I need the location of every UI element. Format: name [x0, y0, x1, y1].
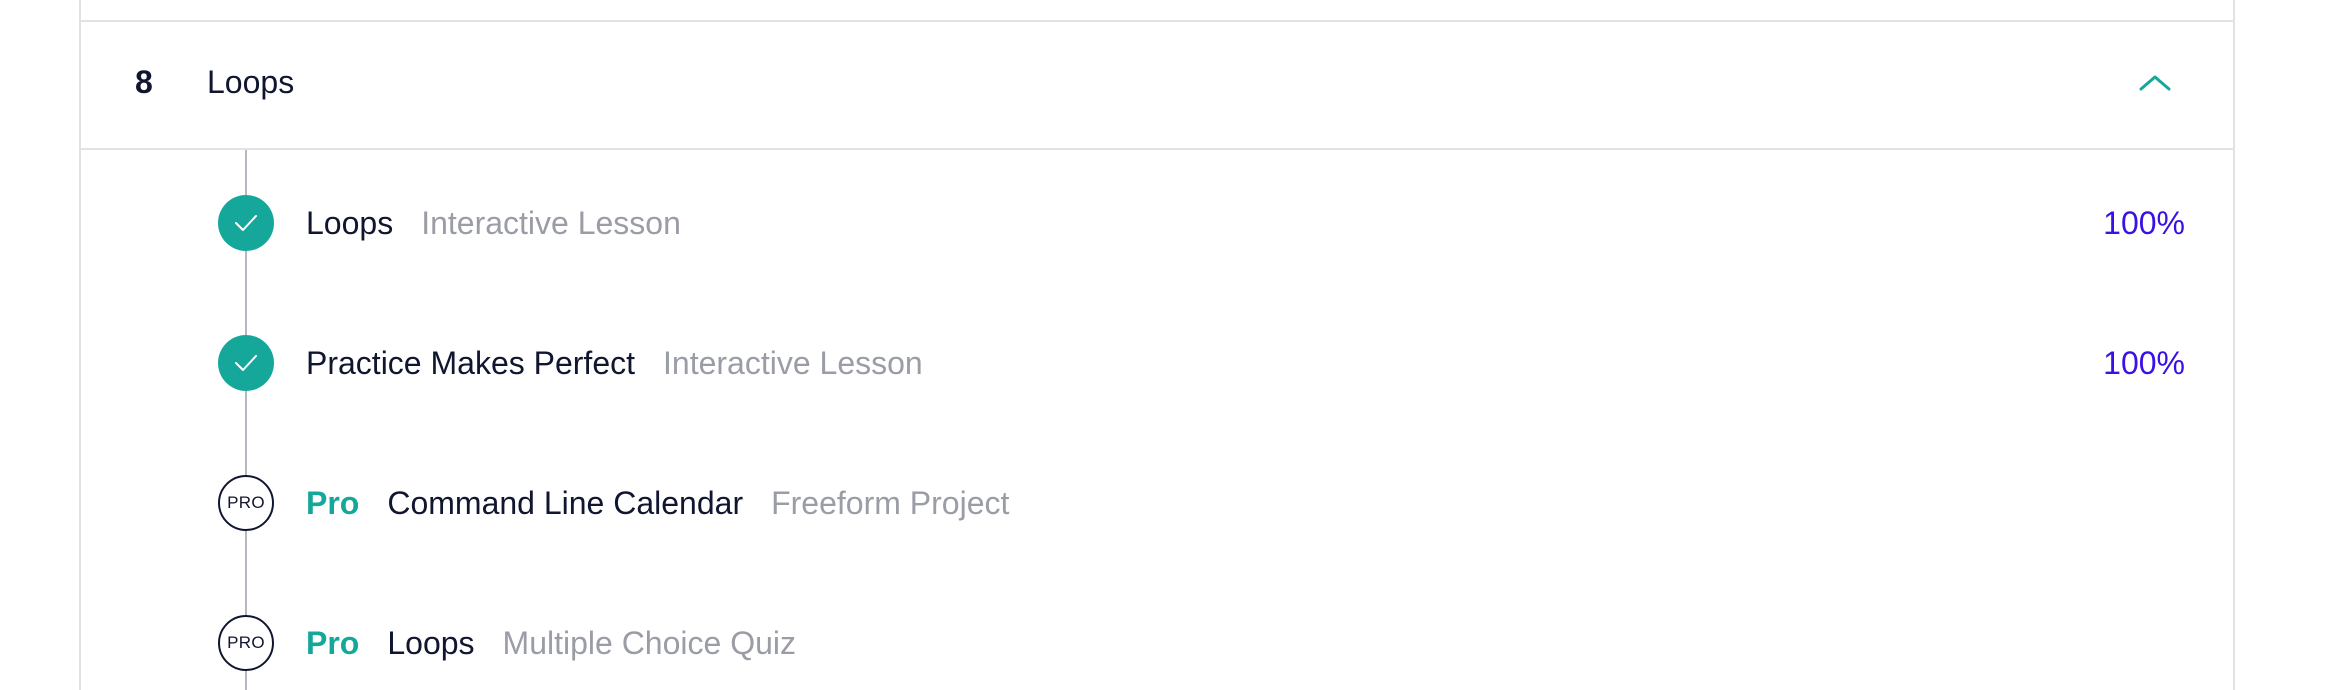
lesson-type: Interactive Lesson [421, 205, 681, 241]
completed-badge [218, 335, 274, 391]
pro-badge: PRO [218, 615, 274, 671]
lesson-name: Loops [387, 625, 475, 661]
checkmark-icon [235, 215, 257, 231]
lesson-item[interactable]: PRO Pro Loops Multiple Choice Quiz [81, 603, 2233, 683]
lesson-item[interactable]: Practice Makes Perfect Interactive Lesson… [81, 323, 2233, 403]
completed-badge [218, 195, 274, 251]
lesson-progress: 100% [2103, 345, 2185, 381]
lesson-label: Pro Loops Multiple Choice Quiz [306, 623, 796, 663]
module-header[interactable]: 8 Loops [81, 22, 2233, 150]
page: 8 Loops Loops Interactive Lesson 100% Pr… [0, 0, 2330, 690]
lesson-name: Practice Makes Perfect [306, 345, 635, 381]
syllabus-card: 8 Loops Loops Interactive Lesson 100% Pr… [79, 0, 2235, 690]
checkmark-icon [235, 355, 257, 371]
lesson-name: Loops [306, 205, 394, 241]
module-number: 8 [135, 64, 153, 100]
pro-label: Pro [306, 485, 360, 521]
pro-badge: PRO [218, 475, 274, 531]
lesson-label: Pro Command Line Calendar Freeform Project [306, 483, 1009, 523]
pro-label: Pro [306, 625, 360, 661]
lesson-type: Freeform Project [771, 485, 1010, 521]
lesson-item[interactable]: PRO Pro Command Line Calendar Freeform Pro… [81, 463, 2233, 543]
lesson-name: Command Line Calendar [387, 485, 744, 521]
lesson-label: Loops Interactive Lesson [306, 203, 681, 243]
lesson-type: Interactive Lesson [663, 345, 923, 381]
lesson-item[interactable]: Loops Interactive Lesson 100% [81, 183, 2233, 263]
chevron-up-icon[interactable] [2139, 72, 2171, 92]
module-title: Loops [207, 64, 295, 100]
lesson-progress: 100% [2103, 205, 2185, 241]
lesson-type: Multiple Choice Quiz [502, 625, 796, 661]
lesson-label: Practice Makes Perfect Interactive Lesson [306, 343, 923, 383]
